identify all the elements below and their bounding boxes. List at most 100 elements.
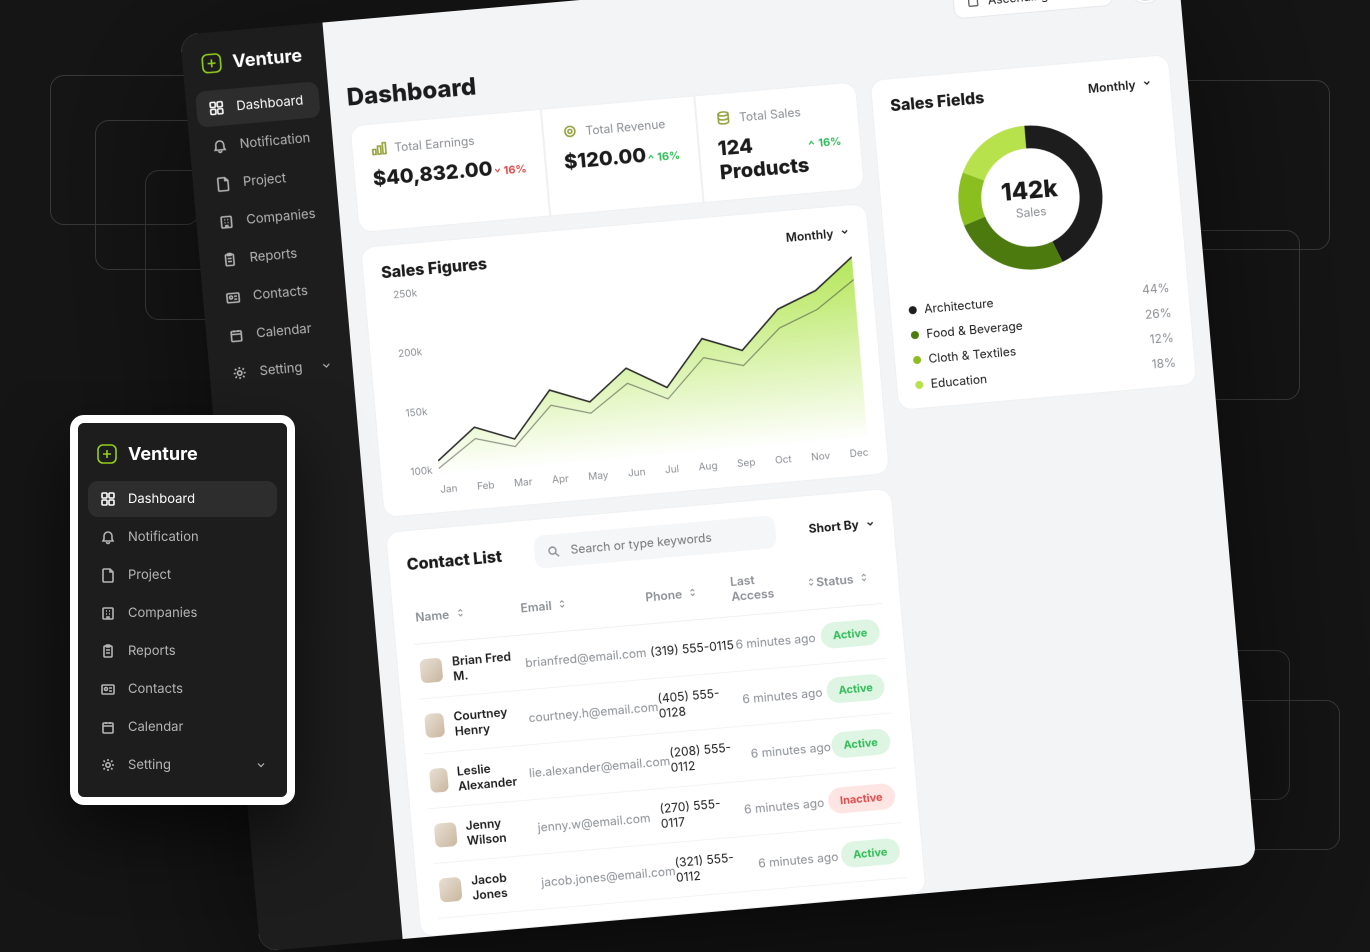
brand-logo-icon [96,443,118,465]
fields-period-label: Monthly [1087,76,1136,95]
clipboard-icon [100,643,116,659]
sidebar-item-label: Calendar [128,719,183,735]
kpi-label: Total Revenue [585,116,666,138]
sidebar-preview-card: Venture Dashboard Notification Project C… [70,415,295,805]
chevron-down-icon [320,359,333,372]
sidebar-item-notification[interactable]: Notification [88,519,277,555]
avatar[interactable] [1126,0,1163,4]
bell-icon [211,137,228,154]
sidebar-item-label: Notification [128,529,199,545]
x-tick: Oct [775,453,793,466]
sort-icon [455,607,466,618]
contact-table: NameEmailPhoneLast AccessStatus Brian Fr… [409,549,906,919]
kpi-card: Total Sales 124 Products 16% [694,81,864,203]
arrow-down-icon [492,166,502,176]
col-phone[interactable]: Phone [645,582,732,604]
contact-list-title: Contact List [406,545,503,573]
sales-figures-card: Sales Figures Monthly 250k200k150k100k J… [360,203,890,518]
sidebar-item-dashboard[interactable]: Dashboard [88,481,277,517]
sidebar-item-label: Contacts [128,681,183,697]
col-email[interactable]: Email [520,589,646,615]
kpi-delta: 16% [807,133,842,150]
row-avatar [429,768,449,793]
chevron-down-icon [1141,78,1152,89]
bars-icon [370,139,387,156]
building-icon [100,605,116,621]
sidebar-item-contacts[interactable]: Contacts [88,671,277,707]
status-badge: Active [830,728,890,759]
sidebar-item-project[interactable]: Project [88,557,277,593]
figures-period-select[interactable]: Monthly [785,224,850,244]
legend-label: Education [930,371,988,391]
row-phone: (319) 555-0115 [649,636,736,658]
chevron-down-icon [864,518,875,529]
kpi-value: 124 Products [717,129,810,185]
legend-pct: 44% [1141,280,1170,297]
sort-by-label: Short By [808,517,859,536]
status-badge: Active [840,837,900,868]
legend-pct: 12% [1149,330,1174,347]
fields-period-select[interactable]: Monthly [1087,75,1152,95]
gear-icon [100,757,116,773]
store-selector[interactable]: Ascending Store [952,0,1114,19]
kpi-label: Total Earnings [394,132,475,154]
kpi-label: Total Sales [738,104,801,124]
row-email: jacob.jones@email.com [541,863,676,890]
row-phone: (405) 555-0128 [657,684,744,721]
sidebar-item-reports[interactable]: Reports [88,633,277,669]
chevron-down-icon [839,226,850,237]
row-email: lie.alexander@email.com [528,753,670,780]
legend-dot [910,330,919,339]
status-badge: Active [825,673,885,704]
x-tick: Jul [665,463,680,476]
target-icon [561,123,578,140]
sales-fields-donut: 142k Sales [943,111,1116,284]
sidebar-item-label: Reports [249,246,298,266]
sales-figures-chart: 250k200k150k100k JanFebMarAprMayJunJulAu… [383,249,869,499]
kpi-value: $120.00 [563,143,647,174]
x-tick: Mar [514,476,533,490]
status-badge: Active [820,618,880,649]
chevron-down-icon [255,759,267,771]
row-phone: (270) 555-0117 [659,794,745,831]
bell-icon [100,529,116,545]
row-phone: (321) 555-0112 [674,848,759,885]
sidebar-item-label: Notification [239,130,311,152]
x-tick: Feb [477,479,495,492]
row-name: Jacob Jones [470,867,542,903]
sidebar-item-label: Setting [259,360,303,380]
legend-pct: 18% [1151,354,1176,371]
gear-icon [231,364,248,381]
search-input[interactable] [568,524,765,558]
sidebar-item-calendar[interactable]: Calendar [88,709,277,745]
row-email: courtney.h@email.com [528,698,659,724]
row-last: 6 minutes ago [735,629,822,651]
sidebar-item-setting[interactable]: Setting [88,747,277,783]
sidebar-item-companies[interactable]: Companies [88,595,277,631]
row-email: jenny.w@email.com [537,809,661,835]
col-name[interactable]: Name [415,600,521,624]
contact-list-card: Contact List Short By NameEmailPh [385,488,926,938]
donut-legend: Architecture44%Food & Beverage26%Cloth &… [908,280,1177,392]
sales-fields-card: Sales Fields Monthly 142k [869,54,1197,411]
store-label: Ascending Store [987,0,1082,7]
id-icon [224,289,241,306]
brand[interactable]: Venture [88,437,277,481]
row-name: Courtney Henry [453,702,530,738]
clipboard-icon [221,251,238,268]
legend-pct: 26% [1144,305,1172,322]
sidebar-nav: Dashboard Notification Project Companies… [195,81,344,393]
col-last[interactable]: Last Access [729,567,817,604]
sidebar-item-label: Project [128,567,171,583]
sort-by-select[interactable]: Short By [808,515,875,536]
col-status[interactable]: Status [816,569,876,589]
db-icon [714,109,731,126]
x-tick: Sep [737,456,756,470]
calendar-icon [228,327,245,344]
x-tick: Jun [628,466,647,479]
sidebar-nav: Dashboard Notification Project Companies… [88,481,277,783]
donut-label: Sales [1015,203,1047,221]
y-tick: 200k [388,346,423,361]
row-avatar [419,658,444,684]
id-icon [100,681,116,697]
